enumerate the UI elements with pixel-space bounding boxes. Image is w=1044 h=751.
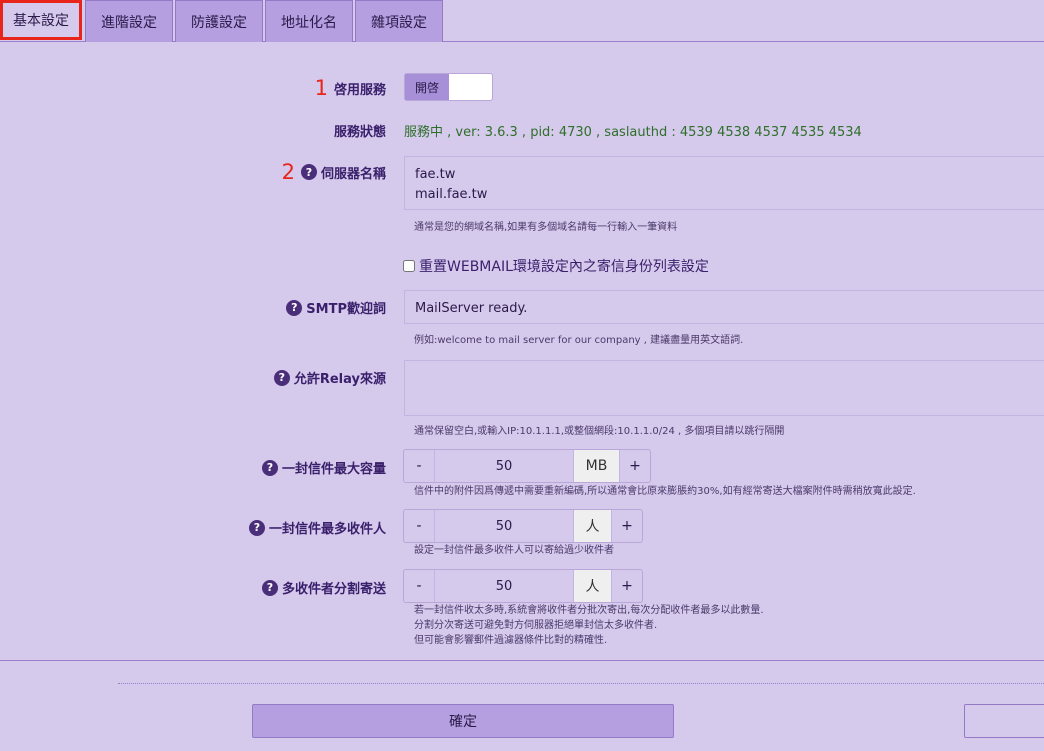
increment-button[interactable]: +: [620, 450, 650, 482]
split-send-stepper: - 50 人 +: [403, 569, 643, 603]
max-recipients-text: 一封信件最多收件人: [268, 522, 386, 537]
smtp-welcome-text: SMTP歡迎詞: [306, 302, 386, 317]
tab-bar: 基本設定 進階設定 防護設定 地址化名 雜項設定: [0, 0, 1044, 42]
service-status-value: 服務中 , ver: 3.6.3 , pid: 4730 , saslauthd…: [404, 125, 862, 140]
max-recipients-label: ? 一封信件最多收件人: [248, 518, 386, 537]
tab-address-alias[interactable]: 地址化名: [265, 0, 353, 42]
step-number-1: 1: [314, 76, 328, 100]
relay-text: 允許Relay來源: [293, 372, 386, 387]
enable-service-text: 啓用服務: [333, 82, 386, 98]
max-recipients-input[interactable]: 50: [434, 510, 574, 542]
hostname-text: 伺服器名稱: [320, 166, 386, 182]
hostname-textarea[interactable]: fae.tw mail.fae.tw: [404, 156, 1044, 210]
enable-service-label: 1 啓用服務: [315, 76, 386, 100]
help-icon[interactable]: ?: [286, 299, 303, 316]
max-recipients-stepper: - 50 人 +: [403, 509, 643, 543]
hostname-hint: 通常是您的網域名稱,如果有多個域名請每一行輸入一筆資料: [414, 222, 678, 233]
help-icon[interactable]: ?: [261, 459, 278, 476]
decrement-button[interactable]: -: [404, 450, 434, 482]
decrement-button[interactable]: -: [404, 510, 434, 542]
relay-label: ? 允許Relay來源: [273, 368, 386, 387]
max-recipients-hint: 設定一封信件最多收件人可以寄給過少收件者: [414, 545, 614, 556]
toggle-on-label: 開啓: [405, 74, 449, 100]
hostname-label: 2 ? 伺服器名稱: [282, 160, 386, 184]
relay-hint: 通常保留空白,或輸入IP:10.1.1.1,或整個網段:10.1.1.0/24 …: [414, 426, 785, 437]
split-send-text: 多收件者分割寄送: [281, 582, 386, 597]
service-status-label: 服務狀態: [334, 121, 386, 140]
split-send-label: ? 多收件者分割寄送: [261, 578, 386, 597]
reset-webmail-label: 重置WEBMAIL環境設定內之寄信身份列表設定: [419, 259, 709, 275]
tab-misc-settings[interactable]: 雜項設定: [355, 0, 443, 42]
smtp-welcome-hint: 例如:welcome to mail server for our compan…: [414, 335, 744, 346]
split-send-input[interactable]: 50: [434, 570, 574, 602]
max-size-label: ? 一封信件最大容量: [261, 458, 386, 477]
max-size-stepper: - 50 MB +: [403, 449, 651, 483]
secondary-button[interactable]: [964, 704, 1044, 738]
help-icon[interactable]: ?: [248, 519, 265, 536]
max-size-text: 一封信件最大容量: [281, 462, 386, 477]
tab-protection-settings[interactable]: 防護設定: [175, 0, 263, 42]
tab-basic-settings[interactable]: 基本設定: [0, 0, 82, 40]
max-size-hint: 信件中的附件因爲傳遞中需要重新編碼,所以通常會比原來膨脹約30%,如有經常寄送大…: [414, 486, 916, 497]
reset-webmail-row: 重置WEBMAIL環境設定內之寄信身份列表設定: [403, 256, 709, 276]
tab-advanced-settings[interactable]: 進階設定: [85, 0, 173, 42]
unit-label: 人: [574, 570, 612, 602]
reset-webmail-checkbox[interactable]: [403, 260, 415, 272]
relay-textarea[interactable]: [404, 360, 1044, 416]
section-divider: [0, 660, 1044, 661]
step-number-2: 2: [281, 160, 295, 184]
help-icon[interactable]: ?: [261, 579, 278, 596]
smtp-welcome-textarea[interactable]: MailServer ready.: [404, 290, 1044, 324]
increment-button[interactable]: +: [612, 510, 642, 542]
increment-button[interactable]: +: [612, 570, 642, 602]
smtp-welcome-label: ? SMTP歡迎詞: [286, 298, 386, 317]
split-send-hint: 若一封信件收太多時,系統會將收件者分批次寄出,每次分配收件者最多以此數量. 分割…: [414, 605, 764, 646]
help-icon[interactable]: ?: [300, 164, 317, 180]
unit-label: 人: [574, 510, 612, 542]
enable-service-toggle[interactable]: 開啓: [404, 73, 493, 101]
help-icon[interactable]: ?: [273, 369, 290, 386]
dotted-divider: [118, 683, 1044, 684]
decrement-button[interactable]: -: [404, 570, 434, 602]
confirm-button[interactable]: 確定: [252, 704, 674, 738]
unit-label: MB: [574, 450, 620, 482]
service-status-text: 服務狀態: [333, 125, 386, 140]
max-size-input[interactable]: 50: [434, 450, 574, 482]
